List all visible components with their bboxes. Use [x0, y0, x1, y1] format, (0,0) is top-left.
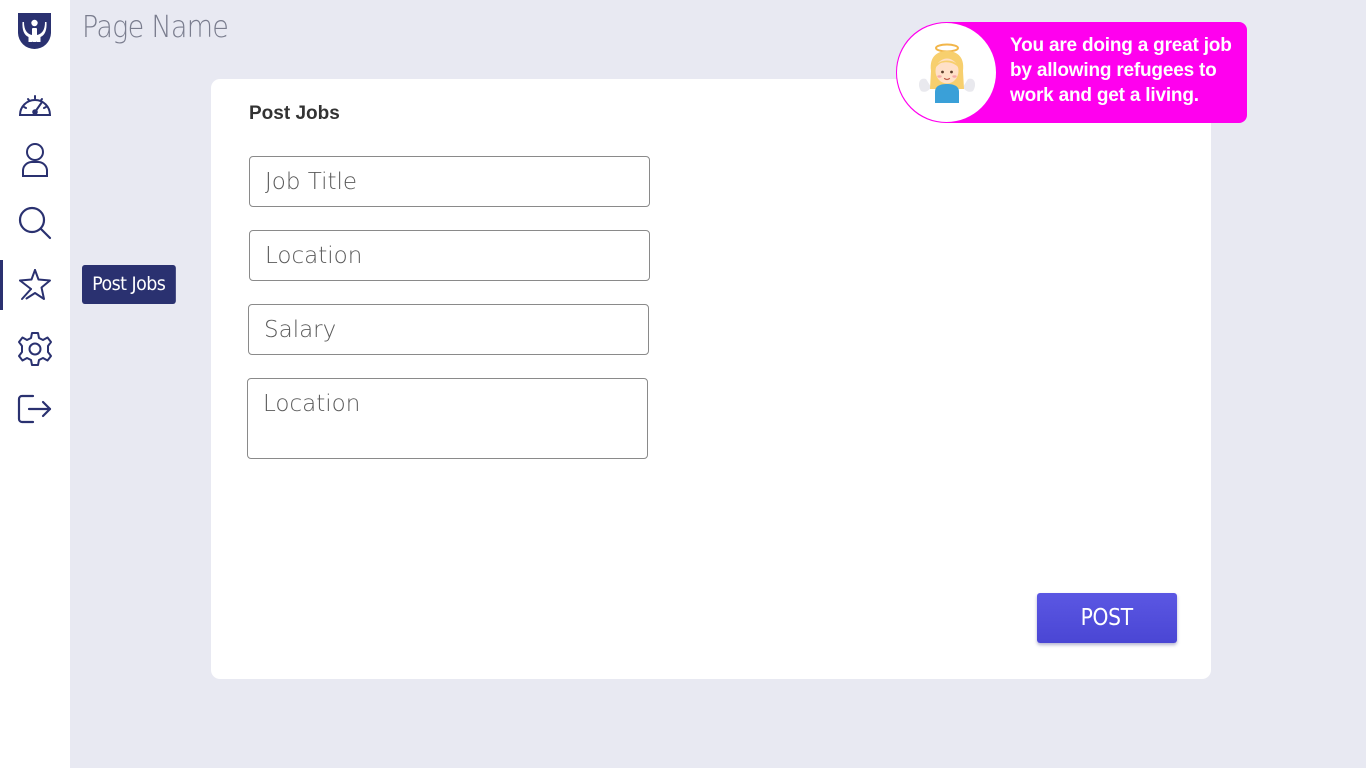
logout-icon — [17, 394, 52, 424]
encouragement-bubble: You are doing a great job by allowing re… — [896, 22, 1247, 123]
encouragement-text: You are doing a great job by allowing re… — [1010, 35, 1232, 106]
user-icon — [22, 143, 48, 177]
post-jobs-card: Post Jobs POST — [211, 79, 1211, 679]
post-button-label: POST — [1080, 605, 1134, 631]
description-textarea[interactable] — [247, 378, 648, 459]
angel-icon — [918, 43, 975, 103]
nav-tooltip: Post Jobs — [82, 265, 176, 304]
post-button[interactable]: POST — [1037, 593, 1177, 643]
nav-search[interactable] — [0, 198, 70, 248]
nav-logout[interactable] — [0, 384, 70, 434]
avatar — [897, 23, 996, 122]
card-title: Post Jobs — [249, 103, 340, 124]
location-input[interactable] — [249, 230, 650, 281]
speedometer-icon — [18, 95, 52, 116]
gear-icon — [18, 332, 52, 366]
logo-icon[interactable] — [15, 11, 54, 50]
nav-dashboard[interactable] — [0, 79, 70, 129]
page-title: Page Name — [82, 10, 229, 45]
nav-profile[interactable] — [0, 135, 70, 185]
search-icon — [18, 206, 52, 240]
sidebar — [0, 0, 70, 768]
job-title-input[interactable] — [249, 156, 650, 207]
nav-settings[interactable] — [0, 324, 70, 374]
nav-post-jobs[interactable] — [0, 260, 70, 310]
pin-icon — [19, 269, 51, 300]
salary-input[interactable] — [248, 304, 649, 355]
